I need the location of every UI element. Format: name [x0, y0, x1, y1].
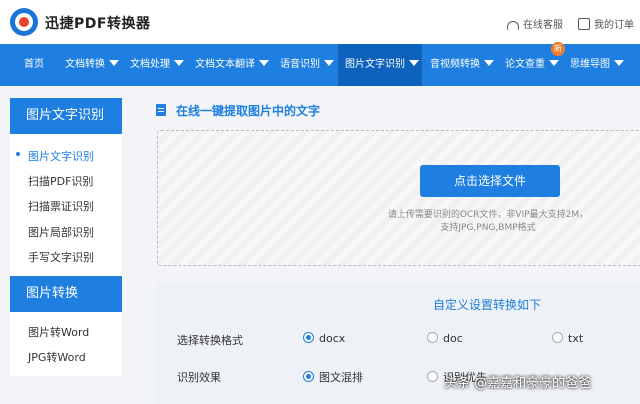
headset-icon: [507, 21, 519, 30]
chevron-down-icon: [484, 60, 494, 66]
sidebar-item-image-ocr[interactable]: 图片文字识别: [16, 148, 94, 164]
chevron-down-icon: [174, 60, 184, 66]
brand-name[interactable]: 迅捷PDF转换器: [45, 13, 150, 33]
document-icon: [156, 104, 166, 116]
sidebar-item-partial-ocr[interactable]: 图片局部识别: [28, 224, 94, 240]
chevron-down-icon: [549, 60, 559, 66]
top-header: 迅捷PDF转换器 在线客服 我的订单: [0, 0, 640, 44]
chevron-down-icon: [409, 60, 419, 66]
nav-speech-recognition[interactable]: 语音识别: [280, 44, 334, 86]
sidebar-item-handwriting[interactable]: 手写文字识别: [28, 249, 94, 265]
main-nav: 首页 文档转换 文档处理 文档文本翻译 语音识别 图片文字识别 音视频转换 论文…: [0, 42, 640, 86]
nav-doc-translate[interactable]: 文档文本翻译: [195, 44, 269, 86]
new-badge: 新: [551, 42, 565, 56]
nav-av-convert[interactable]: 音视频转换: [430, 44, 494, 86]
chevron-down-icon: [259, 60, 269, 66]
format-option-docx[interactable]: docx: [303, 332, 345, 345]
format-label: 选择转换格式: [177, 334, 243, 347]
effect-label: 识别效果: [177, 371, 221, 384]
chevron-down-icon: [109, 60, 119, 66]
format-option-doc[interactable]: doc: [427, 332, 463, 345]
settings-title: 自定义设置转换如下: [433, 298, 542, 312]
upload-hint: 请上传需要识别的OCR文件，非VIP最大支持2M， 支持JPG,PNG,BMP格…: [387, 210, 589, 233]
sidebar: 图片文字识别 图片文字识别 扫描PDF识别 扫描票证识别 图片局部识别 手写文字…: [10, 98, 122, 376]
radio-icon: [552, 332, 563, 343]
nav-doc-convert[interactable]: 文档转换: [65, 44, 119, 86]
chevron-down-icon: [324, 60, 334, 66]
format-option-txt[interactable]: txt: [552, 332, 583, 345]
user-icon: [578, 18, 590, 30]
effect-option-mixed[interactable]: 图文混排: [303, 369, 363, 385]
upload-dropzone[interactable]: 点击选择文件 请上传需要识别的OCR文件，非VIP最大支持2M， 支持JPG,P…: [157, 130, 640, 266]
online-service-label: 在线客服: [523, 20, 563, 31]
online-service-link[interactable]: 在线客服: [507, 16, 563, 31]
nav-doc-process[interactable]: 文档处理: [130, 44, 184, 86]
active-dot-icon: [16, 152, 20, 156]
radio-icon: [427, 371, 438, 382]
sidebar-item-image-to-word[interactable]: 图片转Word: [28, 324, 89, 340]
sidebar-item-scan-receipt[interactable]: 扫描票证识别: [28, 198, 94, 214]
my-orders-link[interactable]: 我的订单: [578, 16, 634, 31]
sidebar-group-image-convert-title: 图片转换: [10, 276, 122, 312]
page-title: 在线一键提取图片中的文字: [176, 104, 321, 118]
radio-icon: [427, 332, 438, 343]
nav-home[interactable]: 首页: [24, 44, 44, 86]
nav-image-ocr[interactable]: 图片文字识别: [338, 44, 422, 86]
sidebar-group-ocr-title: 图片文字识别: [10, 98, 122, 134]
nav-paper-check[interactable]: 论文查重新: [505, 42, 565, 86]
select-file-button[interactable]: 点击选择文件: [420, 165, 560, 197]
watermark: 头条 @嘉嘉和豪豪的爸爸: [444, 376, 592, 391]
radio-checked-icon: [303, 371, 314, 382]
sidebar-item-jpg-to-word[interactable]: JPG转Word: [28, 349, 86, 365]
brand-logo-icon[interactable]: [10, 8, 38, 36]
chevron-down-icon: [614, 60, 624, 66]
nav-mind-map[interactable]: 思维导图: [570, 44, 624, 86]
my-orders-label: 我的订单: [594, 20, 634, 31]
radio-checked-icon: [303, 332, 314, 343]
sidebar-item-scan-pdf[interactable]: 扫描PDF识别: [28, 173, 93, 189]
